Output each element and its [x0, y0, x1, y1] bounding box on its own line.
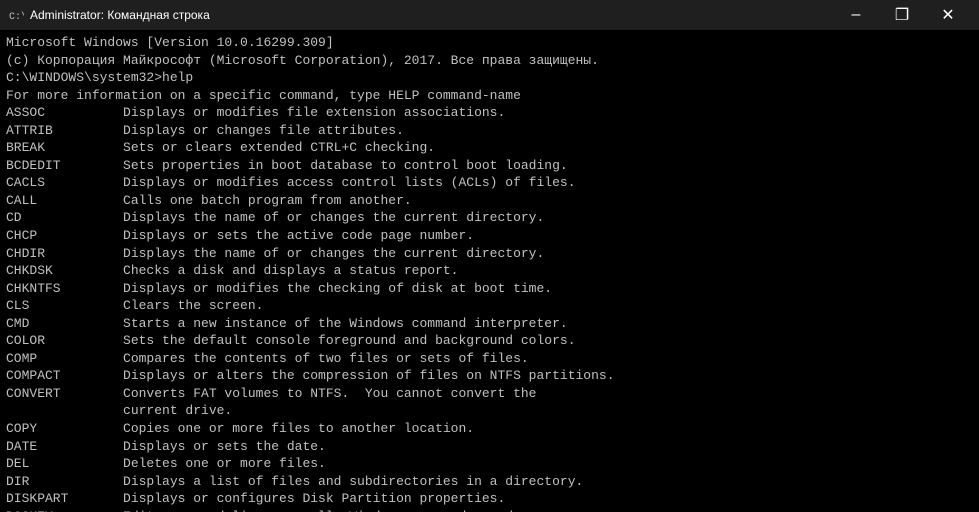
window-title: Administrator: Командная строка — [30, 8, 833, 22]
minimize-button[interactable]: – — [833, 0, 879, 30]
title-bar: C:\ Administrator: Командная строка – ❐ … — [0, 0, 979, 30]
terminal-text: Microsoft Windows [Version 10.0.16299.30… — [6, 34, 973, 512]
close-button[interactable]: ✕ — [925, 0, 971, 30]
terminal-output: Microsoft Windows [Version 10.0.16299.30… — [0, 30, 979, 512]
window-controls: – ❐ ✕ — [833, 0, 971, 30]
svg-text:C:\: C:\ — [9, 11, 24, 23]
maximize-button[interactable]: ❐ — [879, 0, 925, 30]
cmd-icon: C:\ — [8, 7, 24, 23]
